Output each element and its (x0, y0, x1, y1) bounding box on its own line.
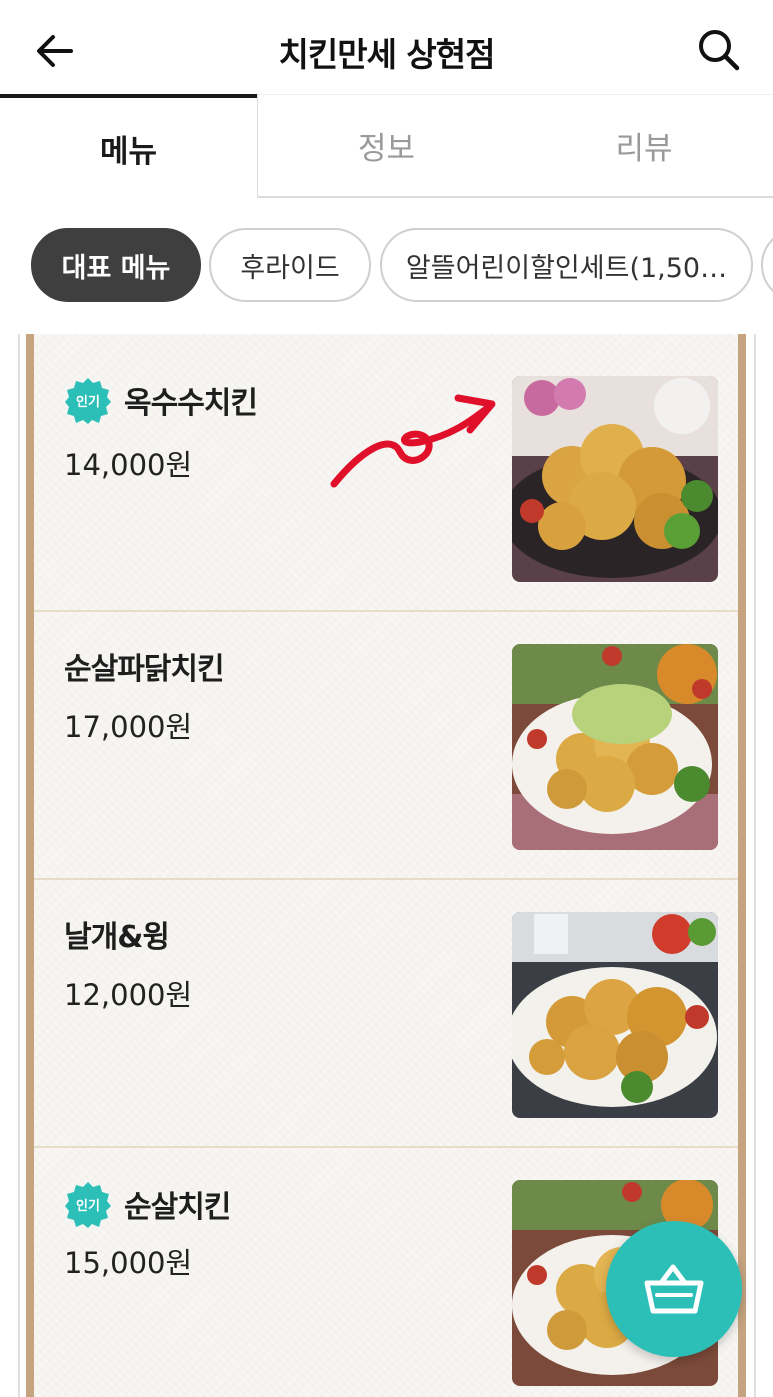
tab-review[interactable]: 리뷰 (515, 94, 773, 198)
menu-item-name: 순살파닭치킨 (64, 652, 225, 687)
store-menu-screen: 치킨만세 상현점 메뉴 정보 리뷰 대표 메뉴 후라이드 알뜰어린이할인세트(1… (0, 0, 773, 1397)
popular-badge: 인기 (64, 1180, 112, 1228)
chip-label: 알뜰어린이할인세트(1,50… (405, 252, 728, 284)
tab-info-label: 정보 (357, 131, 416, 167)
cart-button[interactable] (606, 1221, 742, 1357)
menu-item-name-row: 날개&윙 (64, 912, 170, 956)
category-chips: 대표 메뉴 후라이드 알뜰어린이할인세트(1,50… (0, 228, 773, 304)
search-button[interactable] (693, 24, 745, 76)
header: 치킨만세 상현점 (0, 0, 773, 96)
menu-item-photo (512, 912, 718, 1118)
category-chip-fried[interactable]: 후라이드 (209, 228, 371, 302)
menu-item-name-row: 인기 옥수수치킨 (64, 376, 258, 424)
category-chip-more[interactable] (761, 228, 773, 302)
tab-bar: 메뉴 정보 리뷰 (0, 94, 773, 198)
tab-menu[interactable]: 메뉴 (0, 94, 257, 198)
menu-item-name: 날개&윙 (64, 920, 170, 955)
menu-item-name: 순살치킨 (124, 1190, 231, 1225)
search-icon (699, 30, 740, 71)
shopping-basket-icon (644, 1264, 704, 1314)
menu-item-photo (512, 644, 718, 850)
menu-item-price: 17,000원 (64, 710, 193, 744)
menu-item-price: 12,000원 (64, 978, 193, 1012)
menu-item-photo (512, 376, 718, 582)
tab-menu-label: 메뉴 (99, 133, 158, 170)
tab-info[interactable]: 정보 (257, 94, 515, 198)
menu-item-price: 14,000원 (64, 448, 193, 482)
category-chip-signature[interactable]: 대표 메뉴 (31, 228, 201, 302)
menu-item[interactable]: 날개&윙 12,000원 (34, 880, 738, 1148)
annotation-arrow-icon (330, 394, 496, 488)
chip-label: 후라이드 (240, 252, 340, 284)
popular-badge: 인기 (64, 376, 112, 424)
popular-badge-text: 인기 (76, 394, 100, 410)
menu-item-name-row: 인기 순살치킨 (64, 1180, 231, 1228)
tab-review-label: 리뷰 (615, 131, 673, 167)
menu-item-price: 15,000원 (64, 1246, 193, 1280)
popular-badge-text: 인기 (76, 1198, 100, 1214)
chip-label: 대표 메뉴 (61, 252, 171, 284)
menu-item-name: 옥수수치킨 (124, 386, 258, 421)
menu-item[interactable]: 순살파닭치킨 17,000원 (34, 612, 738, 880)
menu-item-name-row: 순살파닭치킨 (64, 644, 225, 688)
category-chip-kids-set[interactable]: 알뜰어린이할인세트(1,50… (380, 228, 753, 302)
page-title: 치킨만세 상현점 (278, 35, 495, 74)
